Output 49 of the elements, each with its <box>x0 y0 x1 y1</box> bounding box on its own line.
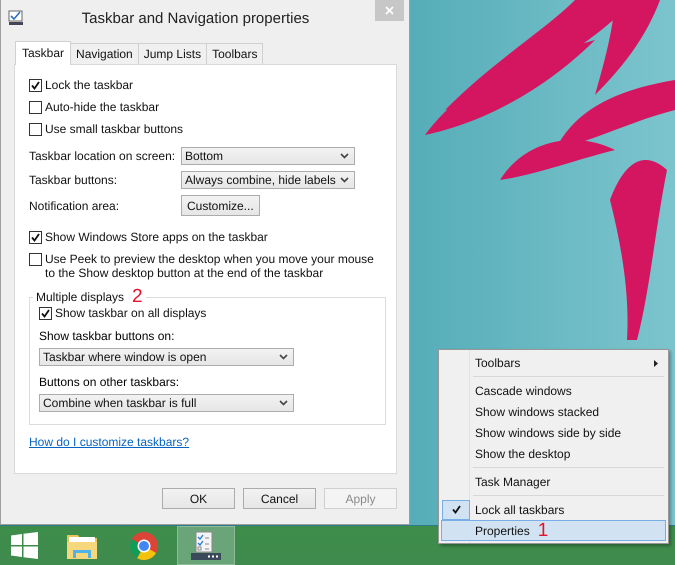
annotation-number: 1 <box>538 524 548 538</box>
menu-item[interactable]: Show windows stacked <box>441 401 666 422</box>
browser-logo-icon <box>129 530 159 560</box>
menu-item[interactable]: Properties 1 <box>441 520 666 541</box>
chevron-down-icon <box>340 153 349 159</box>
customize-button[interactable]: Customize... <box>181 195 260 216</box>
chevron-down-icon <box>279 354 288 360</box>
dropdown[interactable]: Taskbar where window is open <box>39 348 294 366</box>
checkbox-label: Show taskbar on all displays <box>55 306 206 320</box>
group-title: Multiple displays <box>36 290 124 304</box>
checkbox[interactable] <box>29 79 42 92</box>
menu-item[interactable]: Cascade windows <box>441 380 666 401</box>
setting-label: Taskbar location on screen: <box>29 149 176 163</box>
dialog-button[interactable]: OK <box>162 488 235 509</box>
setting-label: Notification area: <box>29 198 120 212</box>
windows-logo-icon <box>10 532 38 559</box>
checkbox[interactable] <box>29 123 42 136</box>
menu-item[interactable]: Task Manager <box>441 471 666 492</box>
checkbox-label: Lock the taskbar <box>45 78 134 92</box>
close-icon <box>385 6 394 15</box>
dropdown[interactable]: Combine when taskbar is full <box>39 394 294 412</box>
chevron-down-icon <box>340 177 349 183</box>
menu-item[interactable]: Lock all taskbars <box>441 499 666 520</box>
checkbox-label: Use Peek to preview the desktop when you move your mouse to the Show desktop button at the end of the taskbar <box>45 252 375 280</box>
menu-item[interactable]: Show windows side by side <box>441 422 666 443</box>
taskbar-button[interactable] <box>177 526 235 565</box>
menu-item[interactable]: Toolbars <box>441 352 666 373</box>
checklist-icon <box>8 10 24 26</box>
checkbox[interactable] <box>29 231 42 244</box>
field-label: Buttons on other taskbars: <box>39 375 180 389</box>
dropdown[interactable]: Bottom <box>181 147 355 165</box>
checkbox[interactable] <box>39 307 52 320</box>
checklist-icon <box>190 530 222 560</box>
checkbox-label: Show Windows Store apps on the taskbar <box>45 230 269 244</box>
dropdown[interactable]: Always combine, hide labels <box>181 171 355 189</box>
menu-item[interactable]: Show the desktop <box>441 443 666 464</box>
help-link[interactable]: How do I customize taskbars? <box>29 435 190 449</box>
field-label: Show taskbar buttons on: <box>39 329 176 343</box>
checkbox-label: Auto-hide the taskbar <box>45 100 160 114</box>
tab[interactable]: Toolbars <box>206 43 264 64</box>
dialog-button[interactable]: Cancel <box>243 488 316 509</box>
window-title: Taskbar and Navigation properties <box>80 10 310 26</box>
annotation-number: 2 <box>132 290 143 304</box>
checkbox[interactable] <box>29 101 42 114</box>
setting-label: Taskbar buttons: <box>29 173 118 187</box>
checkbox-label: Use small taskbar buttons <box>45 122 184 136</box>
checkbox[interactable] <box>29 253 42 266</box>
tab[interactable]: Taskbar <box>15 41 72 65</box>
chevron-down-icon <box>279 400 288 406</box>
